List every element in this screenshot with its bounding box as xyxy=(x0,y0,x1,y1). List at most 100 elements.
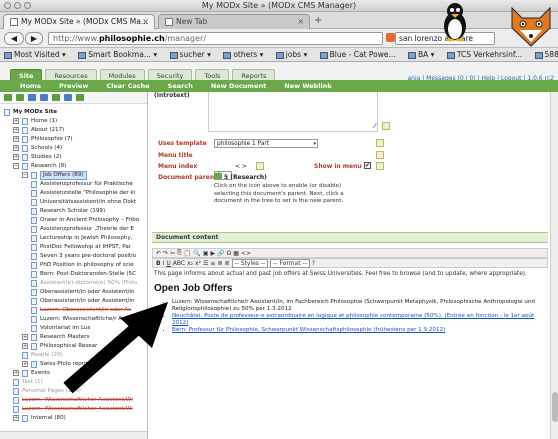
address-bar[interactable]: http://www.philosophie.ch/manager/ xyxy=(48,32,383,45)
folder-icon[interactable] xyxy=(214,173,222,179)
collapse-tree-icon[interactable] xyxy=(16,94,24,101)
expand-icon[interactable]: + xyxy=(13,415,19,421)
tree-node[interactable]: PhD Position in philosophy of scie xyxy=(0,261,147,270)
tree-node[interactable]: + Studies (2) xyxy=(0,153,147,162)
subnav-search[interactable]: Search xyxy=(168,82,193,90)
expand-tree-icon[interactable] xyxy=(4,94,12,101)
help-icon[interactable] xyxy=(376,162,384,170)
help-icon[interactable] xyxy=(382,122,390,130)
sort-tree-icon[interactable] xyxy=(64,94,72,101)
redo-icon[interactable]: ↷ xyxy=(163,250,168,257)
scrollbar-thumb[interactable] xyxy=(552,392,558,422)
bookmark-sucher[interactable]: sucher ▾ xyxy=(169,50,211,59)
help-icon[interactable] xyxy=(376,139,384,147)
bookmark-tcs[interactable]: TCS Verkehrsinf... xyxy=(446,50,522,59)
omega-icon[interactable]: Ω xyxy=(227,250,232,257)
expand-icon[interactable]: + xyxy=(13,127,19,133)
resize-handle-icon[interactable]: ⁄⁄ xyxy=(374,122,376,130)
bold-icon[interactable]: B xyxy=(156,260,161,267)
table-icon[interactable]: ▦ xyxy=(233,250,239,257)
image-icon[interactable]: ▣ xyxy=(203,250,209,257)
back-button[interactable]: ◀ xyxy=(4,32,24,45)
cut-icon[interactable]: ✂ xyxy=(170,250,175,257)
tree-node[interactable]: + About (217) xyxy=(0,126,147,135)
main-vertical-scrollbar[interactable] xyxy=(550,92,558,439)
expand-icon[interactable]: + xyxy=(22,343,28,349)
help-icon[interactable] xyxy=(376,151,384,159)
introtext-textarea[interactable]: ⁄⁄ xyxy=(208,92,378,132)
expand-icon[interactable]: + xyxy=(13,136,19,142)
bookmark-588[interactable]: 588 xyxy=(534,50,558,59)
tree-node[interactable]: Assistenzstelle "Philosophie der ki xyxy=(0,189,147,198)
undo-icon[interactable]: ↶ xyxy=(156,250,161,257)
tree-node[interactable]: Assistenzprofessur für Praktische xyxy=(0,180,147,189)
purge-trash-icon[interactable] xyxy=(76,94,84,101)
tree-node[interactable]: PostDoc Fellowship at IHPST, Par xyxy=(0,243,147,252)
tree-node[interactable]: + Internal (80) xyxy=(0,414,147,423)
new-weblink-icon[interactable] xyxy=(40,94,48,101)
underline-icon[interactable]: U xyxy=(166,260,170,267)
tree-node[interactable]: Assistenzprofessur „Theorie der E xyxy=(0,225,147,234)
document-parent-value[interactable]: 5 (Research) xyxy=(214,173,267,181)
expand-icon[interactable]: + xyxy=(13,118,19,124)
tree-node[interactable]: Luzern: Wissenschaftlicher Assistent/Wi xyxy=(0,405,147,414)
code-icon[interactable]: <> xyxy=(241,250,251,257)
tree-node[interactable]: Research Scholar (199) xyxy=(0,207,147,216)
find-icon[interactable]: 🔍 xyxy=(193,250,200,257)
refresh-tree-icon[interactable] xyxy=(52,94,60,101)
bookmark-jobs[interactable]: jobs ▾ xyxy=(275,50,307,59)
strikethrough-icon[interactable]: ABC xyxy=(173,260,185,267)
collapse-icon[interactable]: − xyxy=(22,172,28,178)
tree-node[interactable]: Lectureship in Jewish Philosophy, xyxy=(0,234,147,243)
bullet-list-icon[interactable]: ☰ xyxy=(203,260,208,267)
subscript-icon[interactable]: x₂ xyxy=(187,260,193,267)
offer-item[interactable]: Neuchâtel: Poste de professeur-e extraor… xyxy=(172,313,542,327)
template-select[interactable]: philosophie 1 Part ▾ xyxy=(214,139,318,148)
tree-node[interactable]: Seven 3 years pre-doctoral positio xyxy=(0,252,147,261)
tree-node[interactable]: − Job Offers (89) xyxy=(0,171,147,180)
tree-node[interactable]: Bern: Post-Doktoranden-Stelle (5C xyxy=(0,270,147,279)
search-engine-icon[interactable] xyxy=(386,33,395,42)
format-select[interactable]: -- Format -- xyxy=(270,258,310,268)
subnav-preview[interactable]: Preview xyxy=(59,82,88,90)
expand-icon[interactable]: + xyxy=(13,370,19,376)
styles-select[interactable]: -- Styles -- xyxy=(231,258,269,268)
tree-root[interactable]: My MODx Site xyxy=(0,108,147,117)
close-tab-icon[interactable]: × xyxy=(142,17,149,26)
tree-node[interactable]: + Home (1) xyxy=(0,117,147,126)
new-tab-plus-icon[interactable]: + xyxy=(314,15,322,26)
tree-node[interactable]: Universitätsassistent/in ohne Dokt xyxy=(0,198,147,207)
media-icon[interactable]: ▶ xyxy=(211,250,216,257)
align-left-icon[interactable]: ≣ xyxy=(217,260,222,267)
expand-icon[interactable]: + xyxy=(22,361,28,367)
offer-link[interactable]: Bern: Professur für Philosophie, Schwerp… xyxy=(172,327,445,333)
expand-icon[interactable]: + xyxy=(13,145,19,151)
subnav-clear-cache[interactable]: Clear Cache xyxy=(106,82,149,90)
forward-button[interactable]: ▶ xyxy=(25,32,43,45)
paste-icon[interactable]: 📋 xyxy=(184,250,191,257)
tab-new-tab[interactable]: New Tab × xyxy=(158,14,310,29)
close-tab-icon[interactable]: × xyxy=(297,17,304,26)
tree-node[interactable]: − Research (8) xyxy=(0,162,147,171)
bookmark-most-visited[interactable]: Most Visited ▾ xyxy=(4,50,66,59)
bookmark-others[interactable]: others ▾ xyxy=(223,50,263,59)
superscript-icon[interactable]: x² xyxy=(195,260,201,267)
offer-item[interactable]: Bern: Professur für Philosophie, Schwerp… xyxy=(172,327,542,334)
bookmark-blue-cat[interactable]: Blue - Cat Powe... xyxy=(319,50,396,59)
tree-node[interactable]: Oberassistent/in oder Assistent/in xyxy=(0,288,147,297)
menu-index-stepper[interactable]: < > xyxy=(235,163,247,170)
tree-node[interactable]: Oraier in Ancient Philosophy – Fribo xyxy=(0,216,147,225)
help-icon[interactable] xyxy=(256,162,264,170)
expand-icon[interactable]: + xyxy=(22,334,28,340)
tree-node[interactable]: + Schools (4) xyxy=(0,144,147,153)
tree-node[interactable]: Assistant(e)-diplômé(e) 50% (Philo xyxy=(0,279,147,288)
subnav-new-weblink[interactable]: New Weblink xyxy=(284,82,332,90)
collapse-icon[interactable]: − xyxy=(13,163,19,169)
tree-horizontal-scrollbar[interactable] xyxy=(0,431,147,439)
show-in-menu-checkbox[interactable]: ✔ xyxy=(364,162,371,169)
bookmark-smart[interactable]: Smart Bookma... ▾ xyxy=(78,50,157,59)
align-center-icon[interactable]: ≣ xyxy=(224,260,229,267)
help-icon[interactable]: ? xyxy=(312,260,315,267)
numbered-list-icon[interactable]: ≡ xyxy=(210,260,215,267)
copy-icon[interactable]: ⎘ xyxy=(177,249,182,257)
